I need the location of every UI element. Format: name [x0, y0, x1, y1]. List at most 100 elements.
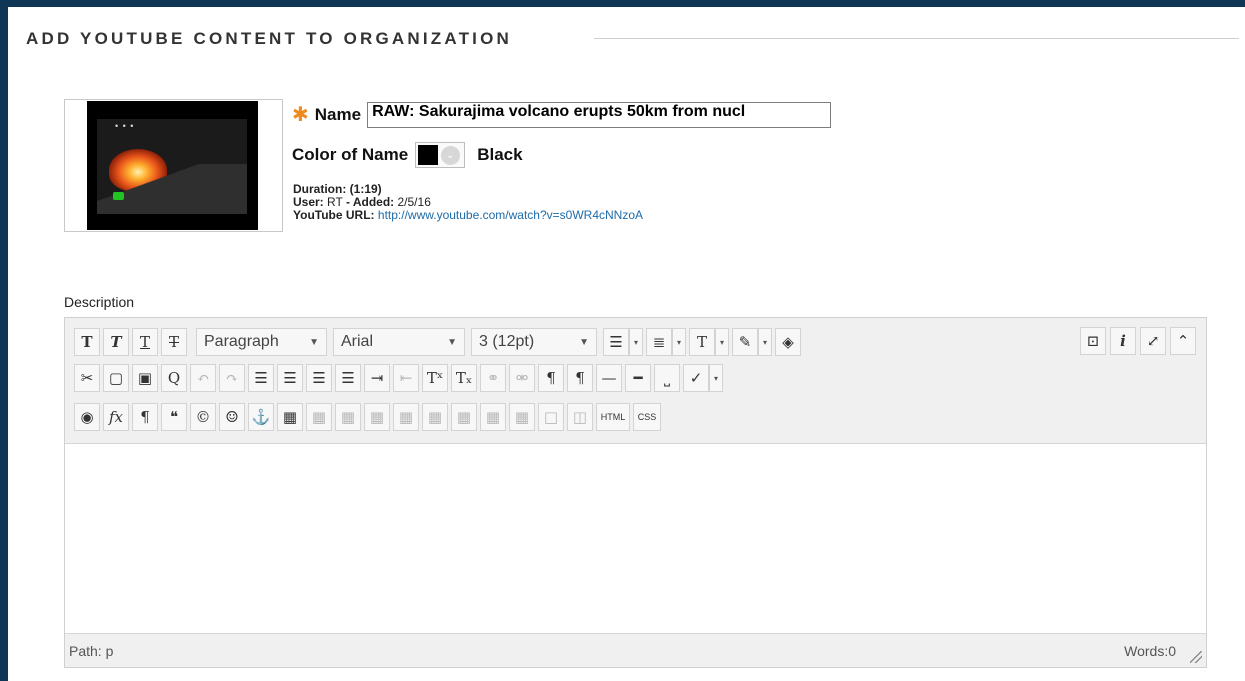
italic-icon[interactable]: T: [103, 328, 129, 356]
insert-row-before-icon[interactable]: ▦: [393, 403, 419, 431]
anchor-icon[interactable]: ⚓: [248, 403, 274, 431]
video-thumbnail: • • •: [64, 99, 283, 232]
spellcheck-dropdown-icon[interactable]: ▾: [709, 364, 723, 392]
ltr-icon[interactable]: ¶: [538, 364, 564, 392]
insert-col-before-icon[interactable]: ▦: [480, 403, 506, 431]
bullet-list-icon[interactable]: ☰: [603, 328, 629, 356]
fullscreen-icon[interactable]: ⤢: [1140, 327, 1166, 355]
numbered-list-icon[interactable]: ≣: [646, 328, 672, 356]
cut-icon[interactable]: ✂: [74, 364, 100, 392]
word-count: Words:0: [1124, 643, 1176, 659]
delete-col-icon[interactable]: □: [538, 403, 564, 431]
bold-icon[interactable]: T: [74, 328, 100, 356]
editor-toolbar: T T T T Paragraph ▼ Arial ▼ 3 (12pt) ▼ ☰ ▾ …: [65, 318, 1206, 444]
toolbar-row-2: ✂ ▢ ▣ Q ↶ ↷ ☰ ☰ ☰ ☰ ⇥ ⇤ Tˣ Tₓ ⚭ ⚮ ¶ ¶ — …: [74, 363, 726, 393]
name-input[interactable]: RAW: Sakurajima volcano erupts 50km from…: [367, 102, 832, 128]
superscript-icon[interactable]: Tˣ: [422, 364, 448, 392]
html-button[interactable]: HTML: [596, 403, 630, 431]
title-divider: [594, 38, 1239, 39]
description-label: Description: [64, 294, 135, 310]
cell-props-icon[interactable]: ▦: [364, 403, 390, 431]
overlay-dots: • • •: [115, 121, 135, 131]
rtl-icon[interactable]: ¶: [567, 364, 593, 392]
horizontal-rule-icon[interactable]: —: [596, 364, 622, 392]
color-value: Black: [477, 145, 523, 164]
insert-col-after-icon[interactable]: ▦: [509, 403, 535, 431]
resize-grip-icon[interactable]: [1190, 651, 1202, 663]
section-title: ADD YOUTUBE CONTENT TO ORGANIZATION: [26, 29, 512, 48]
indent-icon[interactable]: ⇥: [364, 364, 390, 392]
find-icon[interactable]: Q: [161, 364, 187, 392]
size-select[interactable]: 3 (12pt) ▼: [471, 328, 597, 356]
justify-icon[interactable]: ☰: [335, 364, 361, 392]
video-meta: Duration: (1:19) User: RT - Added: 2/5/1…: [293, 183, 643, 222]
css-button[interactable]: CSS: [633, 403, 661, 431]
delete-row-icon[interactable]: ▦: [451, 403, 477, 431]
insert-row-after-icon[interactable]: ▦: [422, 403, 448, 431]
text-color-dropdown-icon[interactable]: ▾: [715, 328, 729, 356]
name-label: Name: [314, 105, 362, 124]
blockquote-icon[interactable]: ❝: [161, 403, 187, 431]
align-right-icon[interactable]: ☰: [306, 364, 332, 392]
color-picker[interactable]: ⌄: [415, 142, 466, 168]
color-row: Color of Name ⌄ Black: [292, 142, 523, 168]
align-center-icon[interactable]: ☰: [277, 364, 303, 392]
strikethrough-icon[interactable]: T: [161, 328, 187, 356]
thumbnail-image: • • •: [87, 101, 258, 230]
element-path: Path: p: [69, 643, 114, 659]
subscript-icon[interactable]: Tₓ: [451, 364, 477, 392]
row-props-icon[interactable]: ▦: [335, 403, 361, 431]
format-select[interactable]: Paragraph ▼: [196, 328, 327, 356]
table-icon[interactable]: ▦: [277, 403, 303, 431]
table-props-icon[interactable]: ▦: [306, 403, 332, 431]
mountain-silhouette: [97, 164, 247, 214]
copy-icon[interactable]: ▢: [103, 364, 129, 392]
top-border: [0, 0, 1245, 7]
color-dropdown[interactable]: ⌄: [438, 144, 462, 166]
highlight-dropdown-icon[interactable]: ▾: [758, 328, 772, 356]
link-icon[interactable]: ⚭: [480, 364, 506, 392]
editor-content[interactable]: [65, 445, 1206, 632]
numbered-list-dropdown-icon[interactable]: ▾: [672, 328, 686, 356]
emoticon-icon[interactable]: ☺: [219, 403, 245, 431]
spellcheck-icon[interactable]: ✓: [683, 364, 709, 392]
url-line: YouTube URL: http://www.youtube.com/watc…: [293, 208, 643, 222]
paragraph-icon[interactable]: ¶: [132, 403, 158, 431]
unlink-icon[interactable]: ⚮: [509, 364, 535, 392]
youtube-url-link[interactable]: http://www.youtube.com/watch?v=s0WR4cNNz…: [378, 208, 643, 222]
thick-rule-icon[interactable]: ━: [625, 364, 651, 392]
font-select[interactable]: Arial ▼: [333, 328, 465, 356]
collapse-toolbar-icon[interactable]: ⌃: [1170, 327, 1196, 355]
preview-icon[interactable]: ⊡: [1080, 327, 1106, 355]
chevron-down-icon[interactable]: ⌄: [440, 145, 460, 165]
paste-icon[interactable]: ▣: [132, 364, 158, 392]
undo-icon[interactable]: ↶: [190, 364, 216, 392]
info-icon[interactable]: i: [1110, 327, 1136, 355]
name-row: ✱ Name RAW: Sakurajima volcano erupts 50…: [292, 101, 832, 129]
record-icon[interactable]: ◉: [74, 403, 100, 431]
toolbar-row-3: ◉ fx ¶ ❝ © ☺ ⚓ ▦ ▦ ▦ ▦ ▦ ▦ ▦ ▦ ▦ □ ◫ HTM…: [74, 402, 664, 432]
overlay-badge: [113, 192, 124, 200]
highlight-icon[interactable]: ✎: [732, 328, 758, 356]
copyright-icon[interactable]: ©: [190, 403, 216, 431]
split-cells-icon[interactable]: ◫: [567, 403, 593, 431]
bullet-list-dropdown-icon[interactable]: ▾: [629, 328, 643, 356]
redo-icon[interactable]: ↷: [219, 364, 245, 392]
align-left-icon[interactable]: ☰: [248, 364, 274, 392]
underline-icon[interactable]: T: [132, 328, 158, 356]
page: ADD YOUTUBE CONTENT TO ORGANIZATION • • …: [0, 0, 1245, 681]
toolbar-right-tools: ⊡ i ⤢ ⌃: [1078, 327, 1198, 355]
formula-icon[interactable]: fx: [103, 403, 129, 431]
eraser-icon[interactable]: ◈: [775, 328, 801, 356]
required-star-icon: ✱: [292, 104, 309, 126]
editor-statusbar: Path: p Words:0: [65, 633, 1206, 667]
outdent-icon[interactable]: ⇤: [393, 364, 419, 392]
video-frame: • • •: [97, 119, 247, 214]
color-label: Color of Name: [292, 145, 409, 164]
toolbar-row-1: T T T T Paragraph ▼ Arial ▼ 3 (12pt) ▼ ☰ ▾ …: [74, 327, 804, 357]
left-border: [0, 0, 8, 681]
color-swatch[interactable]: [418, 145, 439, 165]
description-editor: T T T T Paragraph ▼ Arial ▼ 3 (12pt) ▼ ☰ ▾ …: [64, 317, 1207, 668]
text-color-icon[interactable]: T: [689, 328, 715, 356]
nonbreaking-space-icon[interactable]: ⎵: [654, 364, 680, 392]
